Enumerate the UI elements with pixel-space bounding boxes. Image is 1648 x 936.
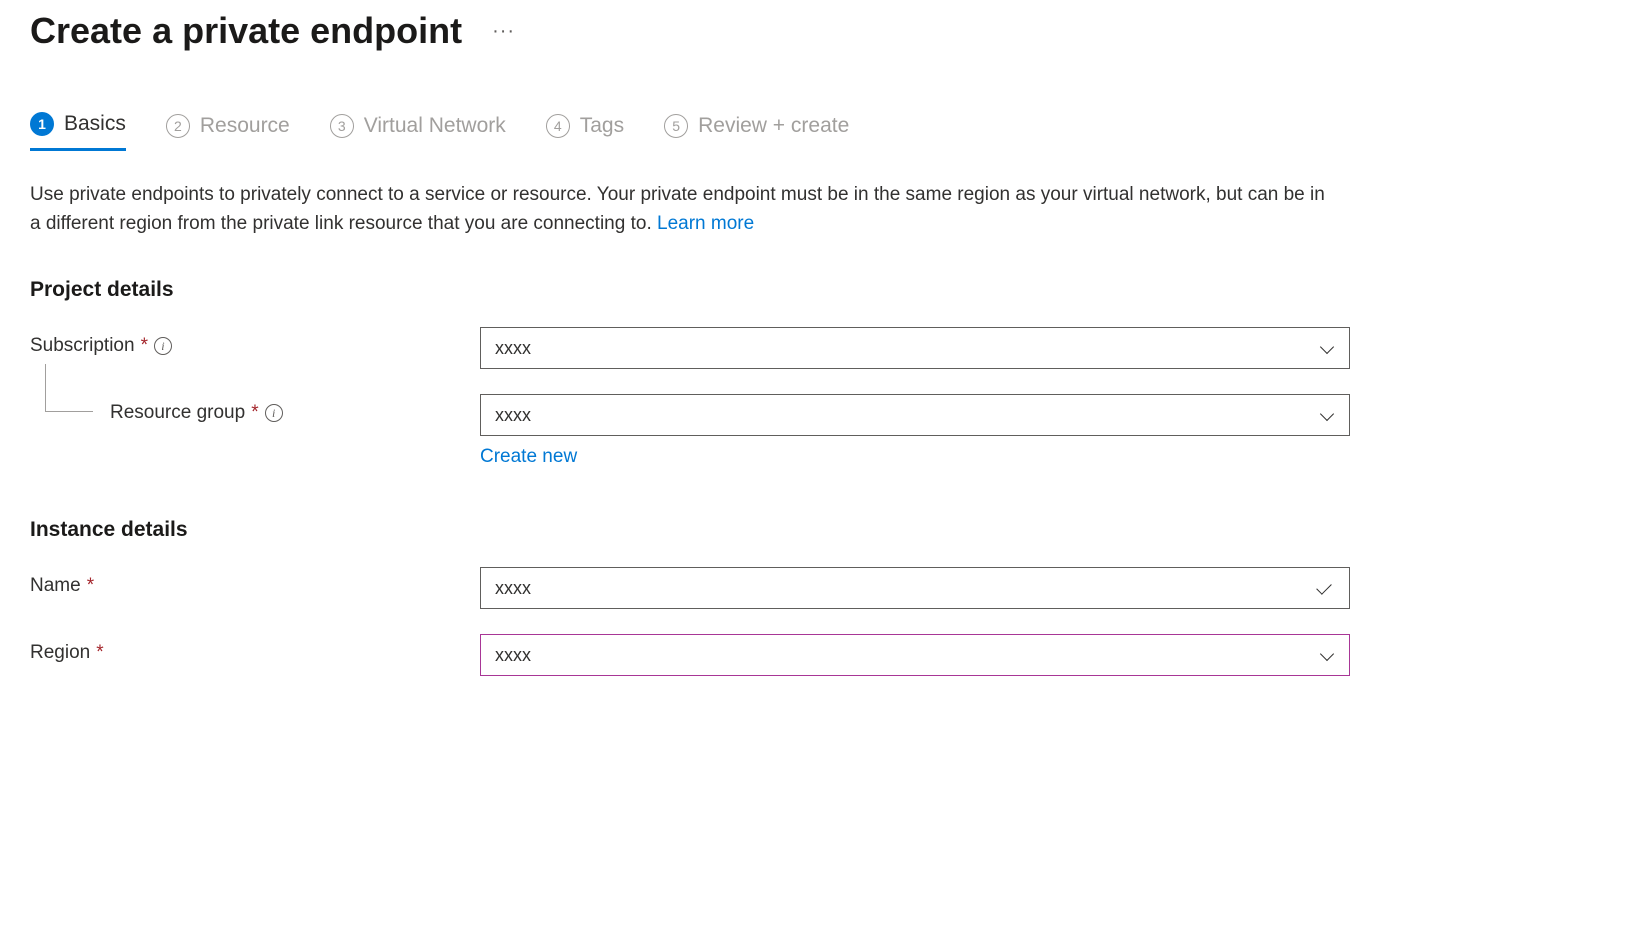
description-text: Use private endpoints to privately conne… xyxy=(30,181,1340,238)
indent-line xyxy=(45,364,93,412)
tab-label: Basics xyxy=(64,112,126,136)
page-header: Create a private endpoint ··· xyxy=(30,10,1608,52)
field-input-col: xxxx xyxy=(480,327,1350,369)
select-value: xxxx xyxy=(495,645,1319,666)
field-label: Subscription * i xyxy=(30,327,480,357)
create-new-link[interactable]: Create new xyxy=(480,446,577,468)
required-indicator: * xyxy=(251,402,258,424)
select-value: xxxx xyxy=(495,405,1319,426)
tab-virtual-network[interactable]: 3 Virtual Network xyxy=(330,112,506,151)
tab-number: 1 xyxy=(30,112,54,136)
region-select[interactable]: xxxx xyxy=(480,634,1350,676)
field-label: Region * xyxy=(30,634,480,664)
required-indicator: * xyxy=(141,335,148,357)
tab-review-create[interactable]: 5 Review + create xyxy=(664,112,849,151)
tab-basics[interactable]: 1 Basics xyxy=(30,112,126,151)
wizard-tabs: 1 Basics 2 Resource 3 Virtual Network 4 … xyxy=(30,112,1608,151)
required-indicator: * xyxy=(87,575,94,597)
resource-group-select[interactable]: xxxx xyxy=(480,394,1350,436)
select-value: xxxx xyxy=(495,338,1319,359)
label-text: Region xyxy=(30,642,90,664)
tab-number: 2 xyxy=(166,114,190,138)
tab-label: Resource xyxy=(200,114,290,138)
field-row-region: Region * xxxx xyxy=(30,634,1608,676)
tab-number: 4 xyxy=(546,114,570,138)
field-label: Resource group * i xyxy=(30,394,480,424)
subscription-select[interactable]: xxxx xyxy=(480,327,1350,369)
field-label: Name * xyxy=(30,567,480,597)
info-icon[interactable]: i xyxy=(265,404,283,422)
tab-label: Review + create xyxy=(698,114,849,138)
tab-number: 3 xyxy=(330,114,354,138)
name-input[interactable]: xxxx xyxy=(480,567,1350,609)
tab-number: 5 xyxy=(664,114,688,138)
chevron-down-icon xyxy=(1319,407,1335,423)
more-actions-icon[interactable]: ··· xyxy=(492,20,515,43)
section-instance-details-title: Instance details xyxy=(30,518,1608,542)
label-text: Resource group xyxy=(110,402,245,424)
tab-resource[interactable]: 2 Resource xyxy=(166,112,290,151)
field-input-col: xxxx xyxy=(480,567,1350,609)
label-text: Subscription xyxy=(30,335,135,357)
tab-tags[interactable]: 4 Tags xyxy=(546,112,624,151)
field-input-col: xxxx xyxy=(480,634,1350,676)
field-row-resource-group: Resource group * i xxxx Create new xyxy=(30,394,1608,468)
page-title: Create a private endpoint xyxy=(30,10,462,52)
checkmark-icon xyxy=(1315,578,1335,598)
field-row-name: Name * xxxx xyxy=(30,567,1608,609)
field-row-subscription: Subscription * i xxxx xyxy=(30,327,1608,369)
chevron-down-icon xyxy=(1319,647,1335,663)
label-text: Name xyxy=(30,575,81,597)
info-icon[interactable]: i xyxy=(154,337,172,355)
tab-label: Tags xyxy=(580,114,624,138)
required-indicator: * xyxy=(96,642,103,664)
section-project-details-title: Project details xyxy=(30,278,1608,302)
input-value: xxxx xyxy=(495,578,1315,599)
field-input-col: xxxx Create new xyxy=(480,394,1350,468)
tab-label: Virtual Network xyxy=(364,114,506,138)
learn-more-link[interactable]: Learn more xyxy=(657,213,754,234)
chevron-down-icon xyxy=(1319,340,1335,356)
